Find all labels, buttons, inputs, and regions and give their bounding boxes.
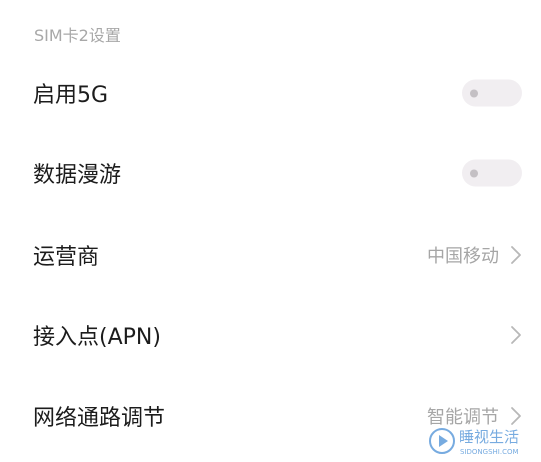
settings-row-data-roaming[interactable]: 数据漫游 (0, 143, 541, 203)
svg-text:SIDONGSHI.COM: SIDONGSHI.COM (460, 448, 519, 456)
section-title: SIM卡2设置 (34, 26, 121, 45)
watermark-text-icon: 睡视生活 SIDONGSHI.COM (459, 428, 519, 456)
settings-row-apn[interactable]: 接入点(APN) (0, 305, 541, 365)
row-label: 启用5G (33, 83, 109, 108)
chevron-right-icon (511, 326, 521, 344)
data-roaming-toggle[interactable] (462, 159, 522, 187)
toggle-knob (470, 169, 478, 177)
play-logo-icon (429, 428, 455, 454)
row-label: 数据漫游 (33, 163, 122, 188)
enable-5g-toggle[interactable] (462, 79, 522, 107)
row-label: 运营商 (33, 245, 100, 270)
toggle-knob (470, 89, 478, 97)
carrier-value: 中国移动 (427, 246, 499, 267)
watermark-logo: 睡视生活 SIDONGSHI.COM (429, 424, 539, 458)
settings-row-carrier[interactable]: 运营商 中国移动 (0, 225, 541, 285)
svg-text:睡视生活: 睡视生活 (459, 428, 519, 446)
settings-row-enable-5g[interactable]: 启用5G (0, 63, 541, 123)
row-label: 接入点(APN) (33, 325, 161, 350)
chevron-right-icon (511, 246, 521, 264)
row-label: 网络通路调节 (33, 406, 166, 431)
